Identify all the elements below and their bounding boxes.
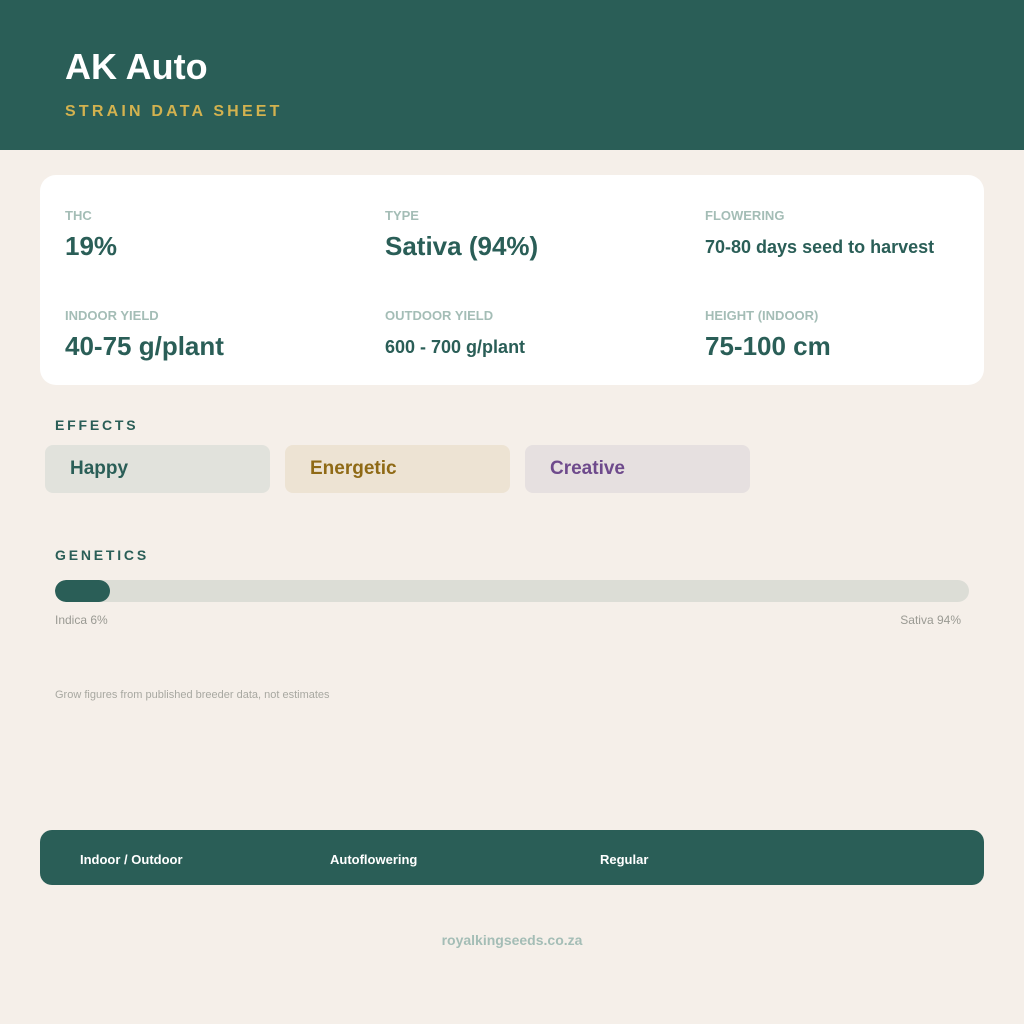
genetics-indica-fill [55, 580, 110, 602]
stat-outdoor-yield: OUTDOOR YIELD 600 - 700 g/plant [385, 309, 525, 356]
stat-label: THC [65, 208, 92, 223]
website-url[interactable]: royalkingseeds.co.za [0, 933, 1024, 947]
footer-bar: Indoor / Outdoor Autoflowering Regular [40, 830, 984, 885]
stat-value: 600 - 700 g/plant [385, 337, 526, 357]
stat-value: 75-100 cm [705, 331, 831, 361]
stat-thc: THC 19% [65, 209, 117, 259]
header: AK Auto STRAIN DATA SHEET [0, 0, 1024, 150]
stat-value: Sativa (94%) [385, 231, 539, 261]
page-subtitle: STRAIN DATA SHEET [65, 103, 283, 120]
data-source-note: Grow figures from published breeder data… [55, 689, 330, 701]
stat-label: HEIGHT (INDOOR) [705, 308, 819, 323]
stat-label: INDOOR YIELD [65, 308, 159, 323]
stat-value: 40-75 g/plant [65, 331, 224, 361]
strain-data-sheet: AK Auto STRAIN DATA SHEET THC 19% TYPE S… [0, 0, 1024, 1024]
stat-indoor-yield: INDOOR YIELD 40-75 g/plant [65, 309, 224, 359]
genetics-heading: GENETICS [55, 547, 149, 563]
stats-card: THC 19% TYPE Sativa (94%) FLOWERING 70-8… [40, 175, 984, 385]
stat-label: FLOWERING [705, 208, 785, 223]
footer-item-seed-type: Regular [600, 852, 649, 867]
effect-chip-energetic: Energetic [285, 445, 510, 493]
effect-chip-creative: Creative [525, 445, 750, 493]
stat-label: OUTDOOR YIELD [385, 308, 494, 323]
footer-item-environment: Indoor / Outdoor [80, 852, 183, 867]
stat-type: TYPE Sativa (94%) [385, 209, 538, 259]
effect-chip-happy: Happy [45, 445, 270, 493]
stat-flowering: FLOWERING 70-80 days seed to harvest [705, 209, 934, 256]
stat-height: HEIGHT (INDOOR) 75-100 cm [705, 309, 831, 359]
effects-heading: EFFECTS [55, 417, 139, 433]
stat-label: TYPE [385, 208, 419, 223]
genetics-bar [55, 580, 969, 602]
footer-item-flowering-type: Autoflowering [330, 852, 418, 867]
indica-label: Indica 6% [55, 613, 108, 627]
page-title: AK Auto [65, 46, 208, 87]
stat-value: 70-80 days seed to harvest [705, 237, 935, 257]
sativa-label: Sativa 94% [900, 613, 961, 627]
stat-value: 19% [65, 231, 118, 261]
